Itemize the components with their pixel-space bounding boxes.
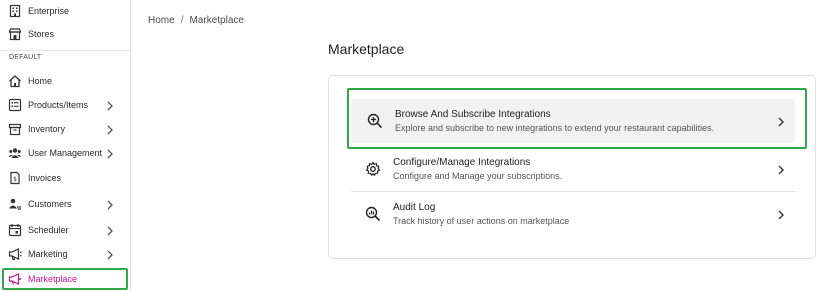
list-icon xyxy=(8,98,22,112)
chevron-right-icon xyxy=(106,198,114,210)
customer-icon xyxy=(8,197,22,211)
users-icon xyxy=(8,146,22,160)
sidebar-item-scheduler[interactable]: Scheduler xyxy=(0,219,130,241)
sidebar-item-label: Scheduler xyxy=(28,225,69,235)
chevron-right-icon xyxy=(777,163,785,175)
sidebar-item-invoices[interactable]: $ Invoices xyxy=(0,167,130,189)
breadcrumb-current: Marketplace xyxy=(189,15,244,26)
home-icon xyxy=(8,74,22,88)
sidebar-item-home[interactable]: Home xyxy=(0,70,130,92)
megaphone-icon xyxy=(8,247,22,261)
option-description: Configure and Manage your subscriptions. xyxy=(393,170,563,181)
chevron-right-icon xyxy=(777,208,785,220)
page-title: Marketplace xyxy=(328,41,405,57)
sidebar-item-label: Customers xyxy=(28,199,72,209)
chevron-right-icon xyxy=(106,123,114,135)
option-title: Audit Log xyxy=(393,202,436,213)
chevron-right-icon xyxy=(106,147,114,159)
chevron-right-icon xyxy=(106,224,114,236)
sidebar-item-customers[interactable]: Customers xyxy=(0,193,130,215)
breadcrumb-separator: / xyxy=(180,15,184,26)
sidebar-item-label: Stores xyxy=(28,29,55,39)
sidebar-item-products[interactable]: Products/Items xyxy=(0,94,130,116)
sidebar-item-marketing[interactable]: Marketing xyxy=(0,243,130,265)
store-icon xyxy=(8,27,22,41)
sidebar-item-inventory[interactable]: Inventory xyxy=(0,118,130,140)
building-icon xyxy=(8,4,22,18)
invoice-icon: $ xyxy=(8,171,22,185)
breadcrumb: Home / Marketplace xyxy=(148,15,244,26)
option-configure-manage-integrations[interactable]: Configure/Manage Integrations Configure … xyxy=(351,146,795,192)
sidebar-item-label: Inventory xyxy=(28,124,66,134)
calendar-icon xyxy=(8,223,22,237)
gear-icon xyxy=(363,159,383,179)
sidebar-item-label: Marketing xyxy=(28,249,68,259)
option-description: Track history of user actions on marketp… xyxy=(393,216,570,226)
sidebar: Enterprise Stores DEFAULT Home Products/… xyxy=(0,0,131,291)
highlight-box-browse-option xyxy=(347,88,807,149)
audit-chart-icon xyxy=(363,204,383,224)
sidebar-item-label: Products/Items xyxy=(28,100,89,110)
sidebar-section-default: DEFAULT xyxy=(0,50,130,66)
sidebar-item-stores[interactable]: Stores xyxy=(0,23,130,45)
sidebar-item-label: Home xyxy=(28,76,53,86)
box-icon xyxy=(8,122,22,136)
svg-text:$: $ xyxy=(13,176,17,183)
sidebar-item-label: Enterprise xyxy=(28,6,70,16)
sidebar-item-label: User Management xyxy=(28,148,103,158)
breadcrumb-home[interactable]: Home xyxy=(148,15,175,26)
chevron-right-icon xyxy=(106,248,114,260)
sidebar-item-label: Invoices xyxy=(28,173,62,183)
sidebar-item-enterprise[interactable]: Enterprise xyxy=(0,0,130,22)
sidebar-item-user-management[interactable]: User Management xyxy=(0,142,130,164)
chevron-right-icon xyxy=(106,99,114,111)
option-audit-log[interactable]: Audit Log Track history of user actions … xyxy=(351,192,795,236)
option-title: Configure/Manage Integrations xyxy=(393,156,531,168)
highlight-box-sidebar xyxy=(2,268,128,290)
